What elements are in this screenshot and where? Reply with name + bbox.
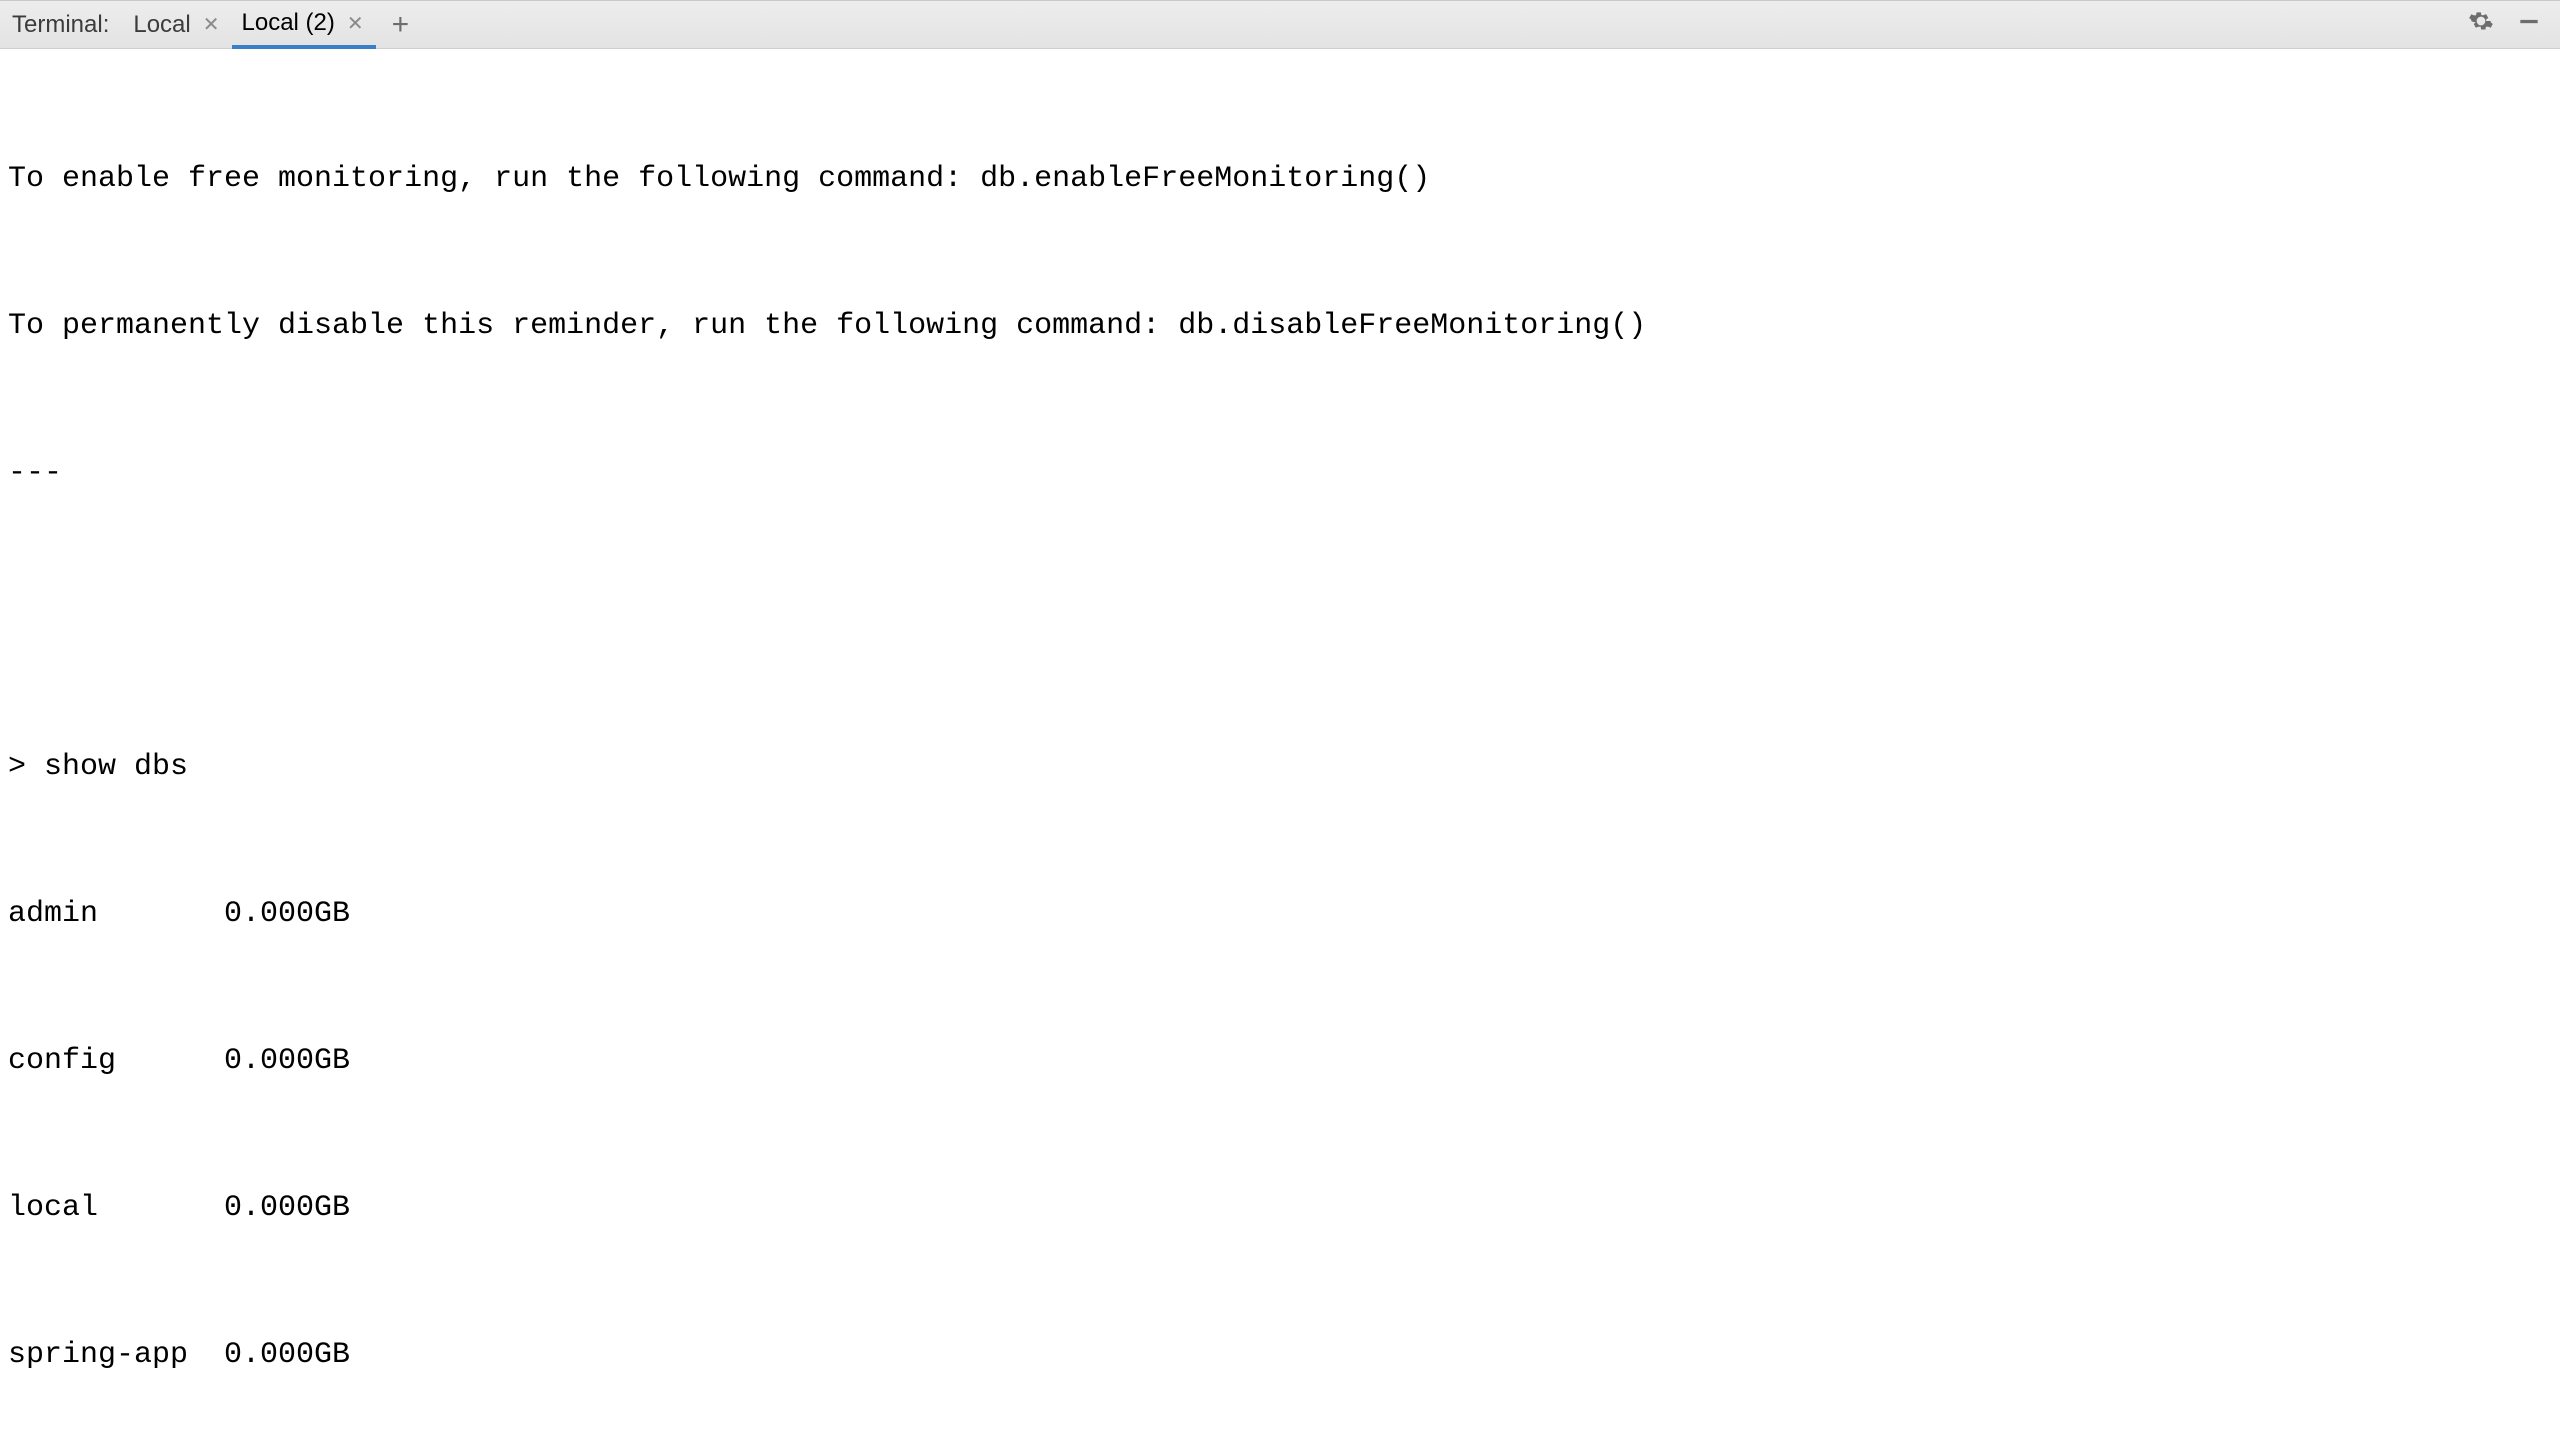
terminal-tab-label: Local (2) xyxy=(242,9,335,37)
terminal-tool-window: Terminal: Local ✕ Local (2) ✕ + To enabl… xyxy=(0,0,2560,1440)
terminal-tabbar: Terminal: Local ✕ Local (2) ✕ + xyxy=(0,1,2560,49)
terminal-line: To enable free monitoring, run the follo… xyxy=(8,155,2552,204)
terminal-tab-active[interactable]: Local (2) ✕ xyxy=(232,1,376,49)
terminal-line: spring-app 0.000GB xyxy=(8,1331,2552,1380)
terminal-line xyxy=(8,596,2552,645)
terminal-title: Terminal: xyxy=(8,11,123,39)
terminal-line: To permanently disable this reminder, ru… xyxy=(8,302,2552,351)
terminal-line: > show dbs xyxy=(8,743,2552,792)
close-icon[interactable]: ✕ xyxy=(345,9,366,38)
terminal-line: admin 0.000GB xyxy=(8,890,2552,939)
terminal-line: local 0.000GB xyxy=(8,1184,2552,1233)
terminal-line: config 0.000GB xyxy=(8,1037,2552,1086)
gear-icon[interactable] xyxy=(2468,8,2494,41)
terminal-tab[interactable]: Local ✕ xyxy=(123,1,231,49)
close-icon[interactable]: ✕ xyxy=(201,10,222,39)
minimize-icon[interactable] xyxy=(2516,8,2542,41)
terminal-output[interactable]: To enable free monitoring, run the follo… xyxy=(0,49,2560,1440)
terminal-tab-label: Local xyxy=(133,11,190,39)
add-terminal-tab-button[interactable]: + xyxy=(376,10,426,40)
terminal-line: --- xyxy=(8,449,2552,498)
